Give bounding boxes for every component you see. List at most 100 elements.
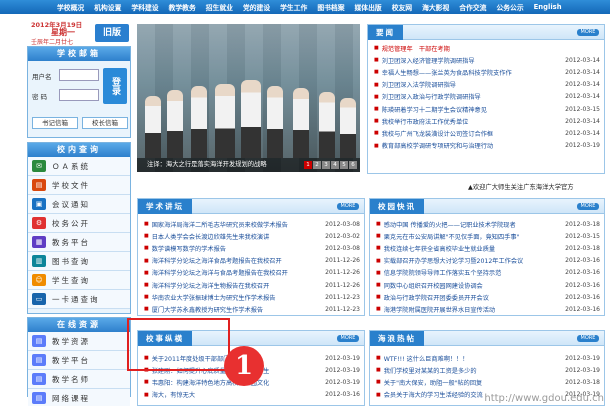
nav-item[interactable]: 学科建设: [126, 2, 163, 12]
secretary-mailbox-button[interactable]: 书记信箱: [32, 117, 78, 129]
list-item[interactable]: ■ 同数中心组织召开校园网建设协调会 2012-03-16: [370, 279, 604, 291]
list-item-title[interactable]: 陈瑛研着学习十二期学生会议精神意见: [382, 105, 561, 114]
resource-item[interactable]: ▤ 网络课程: [28, 389, 130, 406]
resource-item[interactable]: ▤ 教学资源: [28, 332, 130, 351]
list-item-title[interactable]: 实载部召开办学思想大讨论学习暨2012年工作会议: [384, 256, 561, 265]
list-item[interactable]: ■ 刘卫团深入政治与行政学院调研指导 2012-03-14: [368, 91, 604, 103]
password-input[interactable]: [59, 89, 99, 101]
list-item-title[interactable]: 关于"南大保安，助阻一般"帖的回复: [384, 378, 561, 387]
list-item[interactable]: ■ 我校举行市政府法工作优秀单位 2012-03-14: [368, 115, 604, 127]
nav-item[interactable]: English: [529, 3, 567, 11]
resource-item[interactable]: ▤ 教学名师: [28, 370, 130, 389]
list-item[interactable]: ■ 厦门大学苏永鑫教授为研究生作学术报告 2011-12-23: [138, 303, 364, 315]
list-item-title[interactable]: 海洋科学分论坛之海洋食品考题报告在我校召开: [152, 256, 321, 265]
list-item-title[interactable]: 海港学院附属医院开展世界水日宣传活动: [384, 305, 561, 314]
nav-item[interactable]: 招生就业: [201, 2, 238, 12]
president-mailbox-button[interactable]: 校长信箱: [82, 117, 128, 129]
list-item-title[interactable]: 日本人类学会会长渡边欣雄先生来我校演讲: [152, 232, 321, 241]
list-item[interactable]: ■ 数学谱模写数学的学术报告 2012-03-08: [138, 242, 364, 254]
list-item-title[interactable]: 刘卫团深入经济管理学院调研指导: [382, 56, 561, 65]
list-item-title[interactable]: 国家海洋局海洋二所毛志华研究员来校做学术报告: [152, 220, 321, 229]
query-item[interactable]: ✉ ＯＡ系统: [28, 157, 130, 176]
welcome-ticker[interactable]: ▲欢迎广大师生关注广东海洋大学官方: [468, 182, 610, 192]
list-item[interactable]: ■ 海洋科学分论坛之海洋生物报告在我校召开 2011-12-26: [138, 279, 364, 291]
nav-item[interactable]: 机构设置: [89, 2, 126, 12]
list-item-title[interactable]: 厦门大学苏永鑫教授为研究生作学术报告: [152, 305, 321, 314]
query-item[interactable]: ▥ 图书查询: [28, 252, 130, 271]
list-item-title[interactable]: 我校与广州飞龙装潢设计公司签订合作框: [382, 129, 561, 138]
list-item[interactable]: ■ 栗克元在市公安局讲解"不见仅手面，竟知四手事" 2012-03-15: [370, 230, 604, 242]
query-item[interactable]: ▭ 一卡通查询: [28, 290, 130, 309]
list-item-title[interactable]: 幸福人生畅想——张兰英为食品科技学院支作作: [382, 68, 561, 77]
nav-item[interactable]: 学校概况: [52, 2, 89, 12]
list-item-title[interactable]: 海洋科学分论坛之海洋与食品考题报告在我校召开: [152, 268, 321, 277]
query-item[interactable]: ▦ 教务平台: [28, 233, 130, 252]
nav-item[interactable]: 教学教务: [164, 2, 201, 12]
banner-page-button[interactable]: 1: [304, 161, 312, 169]
list-item-title[interactable]: 教育部高校学调研专项研究和与治理行动: [382, 141, 561, 150]
banner-page-button[interactable]: 2: [313, 161, 321, 169]
list-item[interactable]: ■ 信息学院院领导导师工作落实五个坚持示范 2012-03-16: [370, 267, 604, 279]
list-item[interactable]: ■ 我们学校里对某某的工资是多少的 2012-03-19: [370, 364, 604, 376]
news-photo-banner[interactable]: 注译：海大之行是落实海洋开发规划的战略 123456: [137, 24, 360, 172]
list-item-title[interactable]: 数学谱模写数学的学术报告: [152, 244, 321, 253]
list-item-title[interactable]: 华南农业大学张振球博士为研究生作学术报告: [152, 293, 321, 302]
nav-item[interactable]: 海大影视: [417, 2, 454, 12]
list-item-title[interactable]: 海洋科学分论坛之海洋生物报告在我校召开: [152, 281, 321, 290]
list-item[interactable]: ■ 我校连续七年获全省高校毕业生就业质量 2012-03-18: [370, 242, 604, 254]
old-version-button[interactable]: 旧版: [95, 24, 129, 42]
list-item[interactable]: ■ 教育部高校学调研专项研究和与治理行动 2012-03-19: [368, 140, 604, 152]
nav-item[interactable]: 合作交流: [454, 2, 491, 12]
list-item-title[interactable]: 栗克元在市公安局讲解"不见仅手面，竟知四手事": [384, 232, 561, 241]
list-item[interactable]: ■ 刘卫团深入法学院调研指导 2012-03-14: [368, 79, 604, 91]
list-item[interactable]: ■ 海洋科学分论坛之海洋食品考题报告在我校召开 2011-12-26: [138, 255, 364, 267]
nav-item[interactable]: 图书档案: [312, 2, 349, 12]
banner-page-button[interactable]: 5: [340, 161, 348, 169]
list-item-title[interactable]: 刘卫团深入法学院调研指导: [382, 80, 561, 89]
list-item-title[interactable]: 信息学院院领导导师工作落实五个坚持示范: [384, 268, 561, 277]
list-item-title[interactable]: 我校举行市政府法工作优秀单位: [382, 117, 561, 126]
list-item[interactable]: ■ 幸福人生畅想——张兰英为食品科技学院支作作 2012-03-14: [368, 66, 604, 78]
nav-item[interactable]: 学生工作: [275, 2, 312, 12]
banner-page-button[interactable]: 3: [322, 161, 330, 169]
list-item[interactable]: ■ 华南农业大学张振球博士为研究生作学术报告 2011-12-23: [138, 291, 364, 303]
nav-item[interactable]: 媒体出版: [350, 2, 387, 12]
list-item-title[interactable]: 我校连续七年获全省高校毕业生就业质量: [384, 244, 561, 253]
waves-more-button[interactable]: MORE: [577, 335, 599, 342]
lectures-more-button[interactable]: MORE: [337, 203, 359, 210]
query-item[interactable]: ☺ 学生查询: [28, 271, 130, 290]
list-item[interactable]: ■ 我校与广州飞龙装潢设计公司签订合作框 2012-03-14: [368, 127, 604, 139]
list-item-title[interactable]: WTF!!! 这什么巨商难啊！！！: [384, 354, 561, 363]
nav-item[interactable]: 党的建设: [238, 2, 275, 12]
login-button[interactable]: 登录: [103, 68, 127, 104]
list-item[interactable]: ■ 日本人类学会会长渡边欣雄先生来我校演讲 2012-03-02: [138, 230, 364, 242]
affairs-more-button[interactable]: MORE: [337, 335, 359, 342]
username-input[interactable]: [59, 69, 99, 81]
list-item[interactable]: ■ 海大，有惊无大 2012-03-16: [138, 389, 364, 401]
query-item[interactable]: ▣ 会议通知: [28, 195, 130, 214]
list-item-title[interactable]: 感动中国 传播爱的火把——记职业技术学院现者: [384, 220, 561, 229]
list-item[interactable]: ■ 海港学院附属医院开展世界水日宣传活动 2012-03-16: [370, 303, 604, 315]
list-item[interactable]: ■ 规范管理年 干部在考期: [368, 42, 604, 54]
list-item-title[interactable]: 同数中心组织召开校园网建设协调会: [384, 281, 561, 290]
list-item[interactable]: ■ 国家海洋局海洋二所毛志华研究员来校做学术报告 2012-03-08: [138, 218, 364, 230]
nav-item[interactable]: 公务公示: [491, 2, 528, 12]
list-item[interactable]: ■ 政治与行政学院召开团委委员开开会议 2012-03-16: [370, 291, 604, 303]
list-item[interactable]: ■ 海洋科学分论坛之海洋与食品考题报告在我校召开 2011-12-26: [138, 267, 364, 279]
banner-page-button[interactable]: 4: [331, 161, 339, 169]
nav-item[interactable]: 校友网: [387, 2, 417, 12]
list-item[interactable]: ■ 刘卫团深入经济管理学院调研指导 2012-03-14: [368, 54, 604, 66]
query-item[interactable]: ▤ 学校文件: [28, 176, 130, 195]
list-item-title[interactable]: 政治与行政学院召开团委委员开开会议: [384, 293, 561, 302]
list-item-title[interactable]: 规范管理年 干部在考期: [382, 44, 596, 53]
list-item-title[interactable]: 海大，有惊无大: [152, 390, 321, 399]
list-item-title[interactable]: 我们学校里对某某的工资是多少的: [384, 366, 561, 375]
list-item-title[interactable]: 刘卫团深入政治与行政学院调研指导: [382, 92, 561, 101]
list-item[interactable]: ■ 实载部召开办学思想大讨论学习暨2012年工作会议 2012-03-16: [370, 255, 604, 267]
list-item[interactable]: ■ 关于"南大保安，助阻一般"帖的回复 2012-03-18: [370, 376, 604, 388]
resource-item[interactable]: ▤ 教学平台: [28, 351, 130, 370]
query-item[interactable]: ⚙ 校务公开: [28, 214, 130, 233]
campus-more-button[interactable]: MORE: [577, 203, 599, 210]
news-more-button[interactable]: MORE: [577, 29, 599, 36]
banner-page-button[interactable]: 6: [349, 161, 357, 169]
